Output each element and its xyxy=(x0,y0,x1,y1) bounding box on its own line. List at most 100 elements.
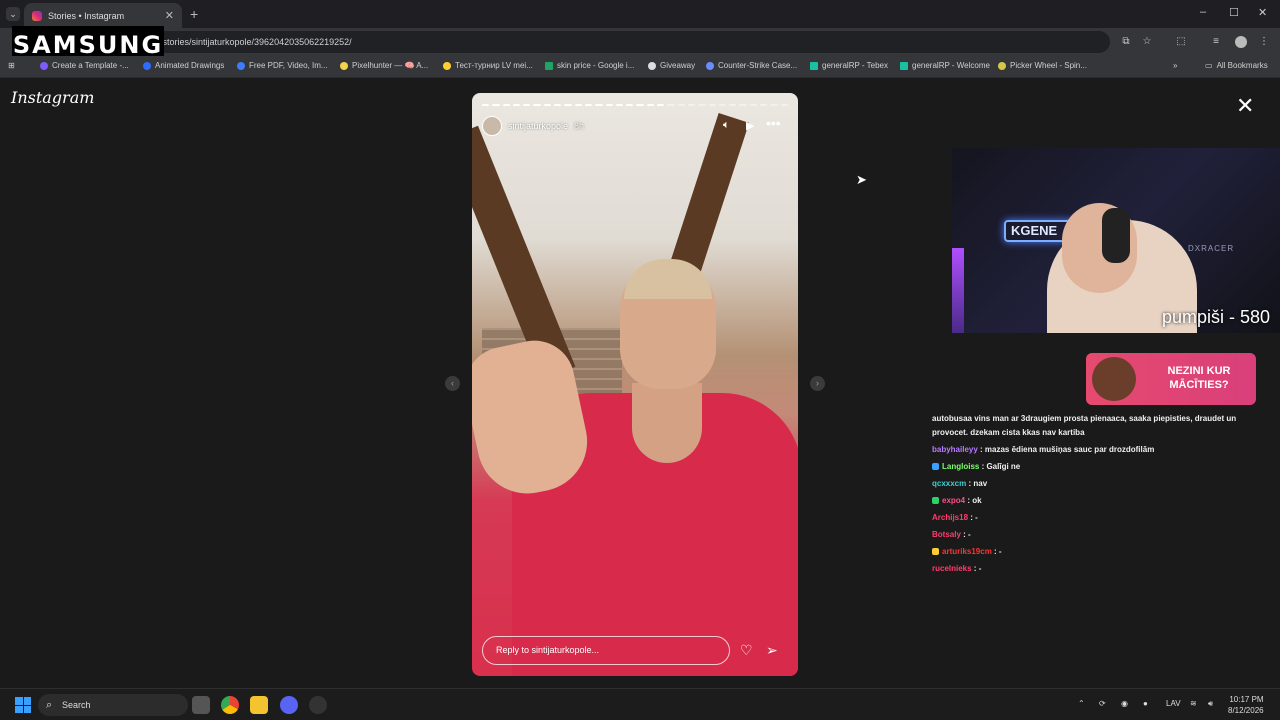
bookmark-favicon-icon xyxy=(706,61,714,70)
chat-message: expo4 : ok xyxy=(932,496,982,505)
network-icon[interactable]: ◉ xyxy=(1121,699,1128,708)
ad-banner: NEZINI KUR MĀCĪTIES? xyxy=(1086,353,1256,405)
close-story-icon[interactable]: ✕ xyxy=(1236,93,1254,119)
tab-close-icon[interactable]: ✕ xyxy=(165,9,174,22)
story-progress-segment xyxy=(502,104,510,106)
bookmark-item[interactable]: Giveaway xyxy=(648,61,695,70)
bookmark-star-icon[interactable]: ☆ xyxy=(1141,36,1153,48)
bookmark-item[interactable]: Тест-турнир LV mei... xyxy=(443,61,533,70)
bookmark-item[interactable]: generalRP - Tebex xyxy=(810,61,888,70)
bookmark-favicon-icon xyxy=(340,61,348,70)
story-progress-segment xyxy=(708,104,716,106)
mute-icon[interactable]: 🔈︎ xyxy=(723,119,730,132)
volume-icon[interactable]: 🔊︎ xyxy=(1208,699,1213,709)
app-icon[interactable] xyxy=(309,696,327,714)
tab-instagram-stories[interactable]: Stories • Instagram ✕ xyxy=(24,3,182,28)
chat-username[interactable]: Langloiss xyxy=(942,462,979,471)
chat-username[interactable]: qcxxxcm xyxy=(932,479,966,488)
chat-text: : Galīgi ne xyxy=(979,462,1021,471)
story-progress-segment xyxy=(749,104,758,106)
sync-icon[interactable]: ⟳ xyxy=(1099,699,1106,708)
story-progress-segment xyxy=(605,104,613,106)
chat-text: : - xyxy=(968,513,978,522)
story-progress-segment xyxy=(523,104,531,106)
browser-tab-strip: ⌄ Stories • Instagram ✕ + – ☐ ✕ xyxy=(0,0,1280,28)
story-progress-segment xyxy=(595,104,603,106)
story-progress-segment xyxy=(657,104,665,106)
bookmark-favicon-icon xyxy=(443,61,451,70)
bookmark-item[interactable]: generalRP - Welcome xyxy=(900,61,990,70)
chat-username[interactable]: Botsaly xyxy=(932,530,961,539)
apps-icon[interactable]: ⊞ xyxy=(8,61,15,70)
file-explorer-icon[interactable] xyxy=(250,696,268,714)
discord-icon[interactable] xyxy=(280,696,298,714)
story-media[interactable]: sintijaturkopole 8h 🔈︎ ▶︎ ••• Reply to s… xyxy=(472,93,798,676)
taskbar-search[interactable]: ⌕ Search xyxy=(38,694,188,716)
chat-text: : nav xyxy=(966,479,988,488)
chat-username[interactable]: expo4 xyxy=(942,496,965,505)
chrome-icon[interactable] xyxy=(221,696,239,714)
chat-username[interactable]: arturiks19cm xyxy=(942,547,992,556)
chat-message: autobusaa vins man ar 3draugiem prosta p… xyxy=(932,414,1236,423)
bookmark-favicon-icon xyxy=(810,61,818,70)
wifi-icon[interactable]: ≋ xyxy=(1190,699,1197,708)
chat-message: Botsaly : - xyxy=(932,530,971,539)
chat-text: : - xyxy=(971,564,982,573)
bookmark-favicon-icon xyxy=(648,61,656,70)
reply-input[interactable]: Reply to sintijaturkopole... xyxy=(482,636,730,665)
story-progress-segment xyxy=(729,104,737,106)
webcam-light xyxy=(952,248,964,333)
story-username[interactable]: sintijaturkopole xyxy=(508,121,568,131)
bookmark-item[interactable]: Animated Drawings xyxy=(143,61,224,70)
clock-date: 8/12/2026 xyxy=(1228,706,1264,715)
story-progress-segment xyxy=(636,104,644,106)
chat-username[interactable]: babyhaileyy xyxy=(932,445,978,454)
share-send-icon[interactable]: ➢ xyxy=(766,642,778,659)
instagram-logo[interactable]: Instagram xyxy=(11,88,94,107)
cast-icon[interactable]: ⧉ xyxy=(1120,36,1132,48)
tab-search-button[interactable]: ⌄ xyxy=(6,7,20,21)
windows-start-icon[interactable] xyxy=(15,697,31,713)
profile-avatar-icon[interactable] xyxy=(1235,36,1247,48)
story-progress-segment xyxy=(646,104,655,106)
bookmarks-overflow-button[interactable]: » xyxy=(1173,61,1177,70)
tray-overflow-icon[interactable]: ⌃ xyxy=(1078,699,1085,708)
system-clock[interactable]: 10:17 PM 8/12/2026 xyxy=(1228,694,1264,716)
story-progress-segment xyxy=(626,104,634,106)
tab-title: Stories • Instagram xyxy=(48,10,125,21)
minimize-button[interactable]: – xyxy=(1200,6,1206,18)
url-text: /stories/sintijaturkopole/39620420350622… xyxy=(160,37,352,47)
bookmark-favicon-icon xyxy=(237,61,245,70)
instagram-favicon-icon xyxy=(32,10,42,21)
like-heart-icon[interactable]: ♡ xyxy=(740,642,753,659)
browser-menu-icon[interactable]: ⋮ xyxy=(1258,36,1270,48)
media-controls-icon[interactable]: ≡ xyxy=(1210,36,1222,48)
story-photo-neck xyxy=(632,383,702,463)
window-close-button[interactable]: ✕ xyxy=(1258,6,1267,19)
bookmark-item[interactable]: Free PDF, Video, Im... xyxy=(237,61,328,70)
all-bookmarks-button[interactable]: ▭ All Bookmarks xyxy=(1205,61,1268,70)
chat-username[interactable]: Archijs18 xyxy=(932,513,968,522)
bookmark-favicon-icon xyxy=(40,61,48,70)
bookmark-item[interactable]: Counter-Strike Case... xyxy=(706,61,797,70)
previous-story-icon[interactable]: ‹ xyxy=(445,376,460,391)
bookmark-item[interactable]: skin price - Google i... xyxy=(545,61,634,70)
bookmark-item[interactable]: Pixelhunter — 🧠 A... xyxy=(340,61,428,70)
chat-username[interactable]: rucelnieks xyxy=(932,564,972,573)
microphone-icon[interactable]: ● xyxy=(1143,699,1148,708)
address-bar[interactable]: /stories/sintijaturkopole/39620420350622… xyxy=(150,31,1110,53)
story-progress-segment xyxy=(574,104,582,106)
story-progress-segment xyxy=(770,104,778,106)
bookmark-item[interactable]: Picker Wheel - Spin... xyxy=(998,61,1087,70)
bookmark-item[interactable]: Create a Template -... xyxy=(40,61,129,70)
language-indicator[interactable]: LAV xyxy=(1166,699,1181,708)
next-story-icon[interactable]: › xyxy=(810,376,825,391)
new-tab-button[interactable]: + xyxy=(190,6,198,22)
maximize-button[interactable]: ☐ xyxy=(1229,6,1239,19)
play-icon[interactable]: ▶︎ xyxy=(746,119,754,132)
chat-text: : - xyxy=(960,530,971,539)
task-view-icon[interactable] xyxy=(192,696,210,714)
more-options-icon[interactable]: ••• xyxy=(766,115,781,131)
extensions-icon[interactable]: ⬚ xyxy=(1175,36,1187,48)
story-author-avatar[interactable] xyxy=(482,116,502,136)
